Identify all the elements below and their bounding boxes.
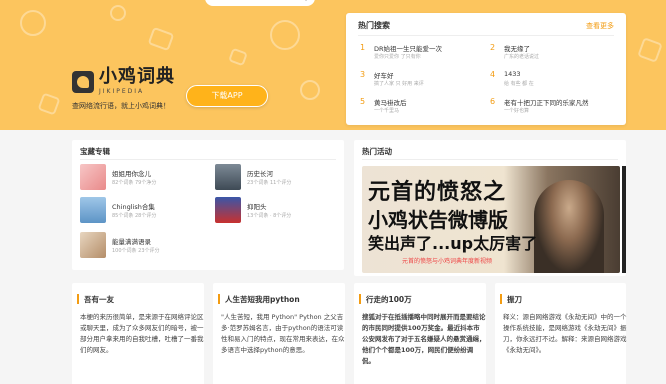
hot-search-item[interactable]: 2 我无缘了 广东的老话说过 — [490, 43, 610, 63]
search-icon[interactable]: ⚲ — [303, 0, 309, 2]
slogan: 查网络流行语，就上小鸡词典！ — [72, 102, 170, 110]
doodle-icon — [228, 47, 248, 67]
hot-search-item[interactable]: 4 1433 给 有些 都 在 — [490, 70, 610, 90]
accent-bar — [77, 294, 79, 304]
album-item[interactable]: 姐姐用你念儿 82个词条 79个净分 — [80, 164, 210, 190]
albums-title: 宝藏专辑 — [80, 147, 110, 156]
activity-title: 热门活动 — [362, 147, 392, 156]
albums-card: 宝藏专辑 姐姐用你念儿 82个词条 79个净分 历史长河 23个词条 11个评分… — [72, 140, 344, 270]
logo-name-en: JIKIPEDIA — [99, 88, 145, 95]
doodle-icon — [147, 26, 175, 52]
accent-bar — [500, 294, 502, 304]
divider — [358, 35, 614, 36]
doodle-icon — [37, 92, 61, 116]
chick-logo-icon — [72, 70, 94, 93]
article-card[interactable]: 人生苦短我用python "人生苦短，我用 Python" Python 之父吉… — [213, 283, 345, 384]
hot-search-title: 热门搜索 — [358, 21, 390, 30]
article-card[interactable]: 行走的100万 搜狐对于在抵插播略中同时展开而是要结论的市民同时提供100万奖金… — [354, 283, 486, 384]
article-card[interactable]: 振刀 释义：源自网络游戏《永劫无间》中的一个操作系统技能，是网络游戏《永劫无间》… — [495, 283, 627, 384]
hot-search-item[interactable]: 5 黄马褂改后 一个千里马 — [360, 97, 480, 117]
hot-search-panel: 热门搜索 查看更多 1 DR始祖一生只能爱一次 爱你只爱你 了只有你 2 我无缘… — [346, 13, 626, 125]
doodle-icon — [270, 20, 300, 50]
hot-search-item[interactable]: 3 好车好 搞了人家 只 好用 来评 — [360, 70, 480, 90]
activity-banner[interactable]: 元首的愤怒之 小鸡状告微博版 笑出声了...up太厉害了 元首的愤怒与小鸡词典年… — [362, 166, 620, 273]
album-thumbnail — [80, 232, 106, 258]
hot-search-item[interactable]: 1 DR始祖一生只能爱一次 爱你只爱你 了只有你 — [360, 43, 480, 63]
album-item[interactable]: 历史长河 23个词条 11个评分 — [215, 164, 345, 190]
site-logo[interactable]: 小鸡词典 JIKIPEDIA — [72, 68, 175, 95]
banner-headline: 元首的愤怒之 — [368, 180, 507, 205]
carousel-next-preview[interactable] — [622, 166, 626, 273]
doodle-icon — [110, 5, 126, 21]
hot-search-item[interactable]: 6 老有十把刀正下同的乐家凡然 一个好也算 — [490, 97, 610, 117]
divider — [80, 159, 336, 160]
accent-bar — [218, 294, 220, 304]
accent-bar — [359, 294, 361, 304]
article-card[interactable]: 吾有一友 本梗的来历很简单，是来源于在网络评论区或聊天里，成为了众多网友们的暗号… — [72, 283, 204, 384]
album-thumbnail — [80, 197, 106, 223]
search-bar[interactable]: ⚲ — [205, 0, 315, 6]
banner-subtitle: 元首的愤怒与小鸡词典年度新视频 — [402, 258, 493, 265]
doodle-icon — [300, 80, 320, 100]
album-thumbnail — [215, 164, 241, 190]
download-app-button[interactable]: 下载APP — [186, 85, 268, 107]
divider — [362, 159, 618, 160]
banner-figure-image — [534, 180, 604, 273]
album-thumbnail — [215, 197, 241, 223]
banner-headline: 小鸡状告微博版 — [368, 208, 508, 232]
activity-card: 热门活动 元首的愤怒之 小鸡状告微博版 笑出声了...up太厉害了 元首的愤怒与… — [354, 140, 626, 276]
logo-name-cn: 小鸡词典 — [99, 66, 175, 87]
album-item[interactable]: 抑阳头 13个词条 · 8个评分 — [215, 197, 345, 223]
album-thumbnail — [80, 164, 106, 190]
banner-headline: 笑出声了...up太厉害了 — [368, 234, 538, 253]
album-item[interactable]: Chinglish合集 85个词条 28个评分 — [80, 197, 210, 223]
doodle-icon — [637, 37, 663, 63]
album-item[interactable]: 能量满满语录 100个词条 23个评分 — [80, 232, 210, 258]
doodle-icon — [20, 10, 46, 36]
view-more-link[interactable]: 查看更多 — [586, 21, 614, 31]
